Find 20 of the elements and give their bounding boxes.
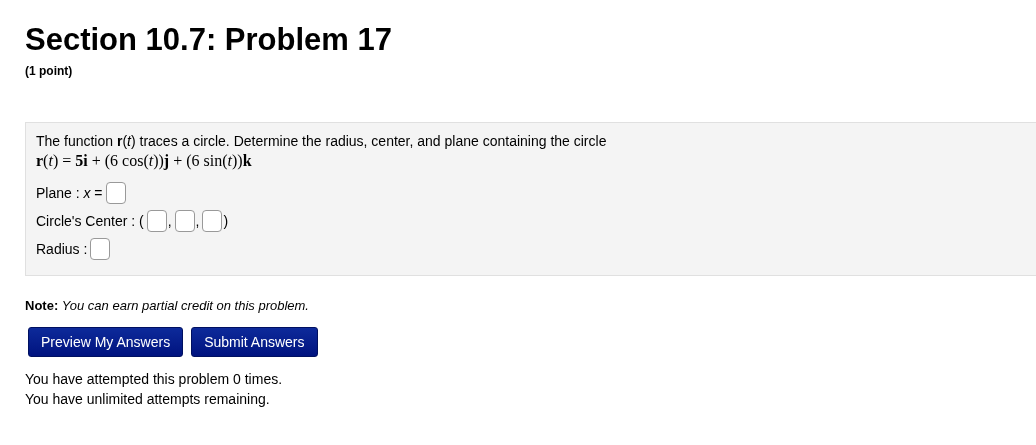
answer-label: , <box>167 213 172 229</box>
answer-label: Plane : x = <box>36 185 103 201</box>
attempts-text: You have unlimited attempts remaining. <box>25 390 271 409</box>
answer-label: , <box>195 213 200 229</box>
answer-field[interactable] <box>105 182 126 204</box>
answer-field[interactable] <box>90 238 111 260</box>
answer-label: Circle's Center : ( <box>36 213 144 229</box>
note-text: Note: You can earn partial credit on this problem. <box>25 298 310 313</box>
answer-field[interactable] <box>146 210 167 232</box>
problem-title: Section 10.7: Problem 17 <box>25 21 393 59</box>
answer-field[interactable] <box>202 210 223 232</box>
answer-label: ) <box>223 213 229 229</box>
attempts-text: You have attempted this problem 0 times. <box>25 370 284 389</box>
submit-button[interactable]: Preview My Answers <box>28 327 184 357</box>
answer-label: Radius : <box>36 241 88 257</box>
points-label: (1 point) <box>25 64 74 78</box>
submit-button[interactable]: Submit Answers <box>191 327 318 357</box>
problem-statement: The function r(t) traces a circle. Determine the radius, center, and plane containing the circle <box>36 132 608 151</box>
formula: r(t) = 5i + (6 cos(t))j + (6 sin(t))k <box>36 151 253 171</box>
answer-field[interactable] <box>174 210 195 232</box>
